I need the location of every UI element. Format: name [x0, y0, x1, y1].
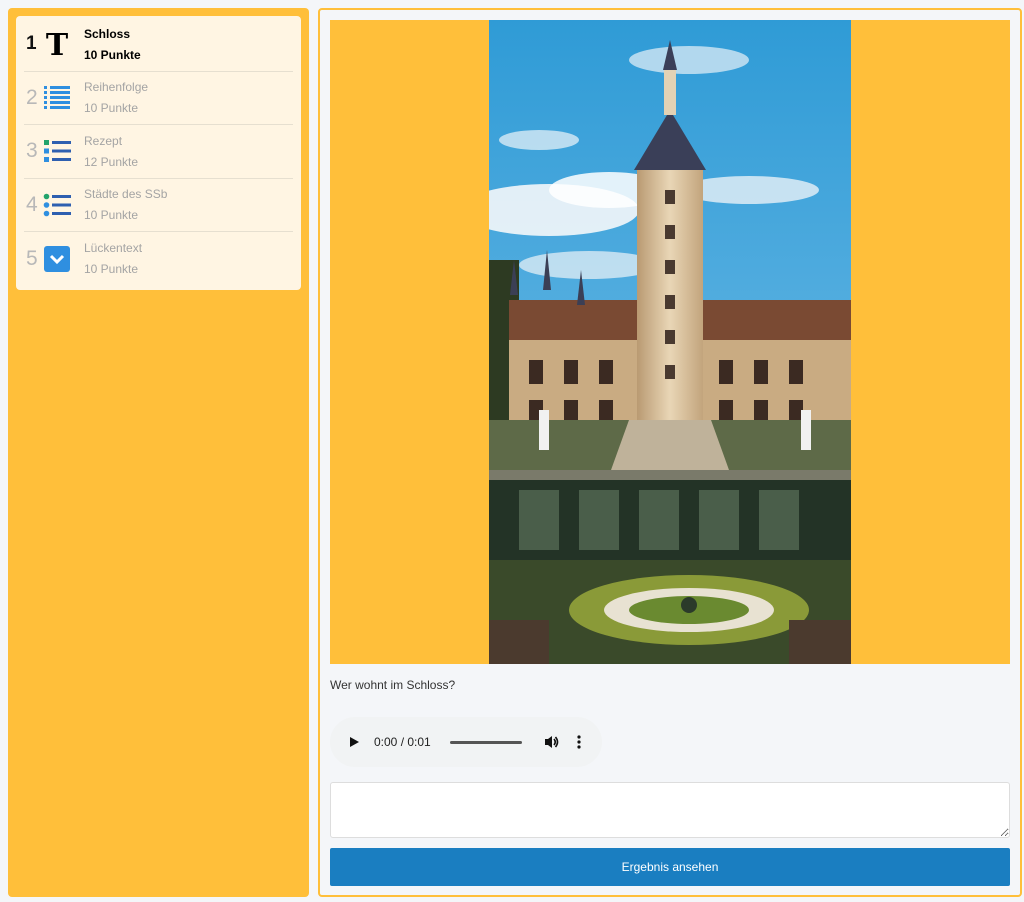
- dropdown-icon: [42, 244, 72, 274]
- task-points: 10 Punkte: [84, 101, 139, 116]
- task-points: 10 Punkte: [84, 208, 139, 223]
- play-icon[interactable]: [348, 735, 362, 749]
- task-item-5[interactable]: 5 Lückentext 10 Punkte: [24, 232, 293, 286]
- image-frame: [330, 20, 1010, 664]
- audio-progress-bar[interactable]: [450, 740, 522, 744]
- more-options-icon[interactable]: [576, 734, 582, 750]
- task-panel: Wer wohnt im Schloss? 0:00 / 0:01 Ergebn…: [318, 8, 1022, 897]
- audio-player[interactable]: 0:00 / 0:01: [330, 717, 602, 767]
- answer-input[interactable]: [330, 782, 1010, 838]
- task-title: Rezept: [84, 133, 123, 148]
- audio-time: 0:00 / 0:01: [374, 735, 431, 749]
- sidebar: 1 T Schloss 10 Punkte 2 Reihenfolge 10 P…: [8, 8, 309, 897]
- task-title: Schloss: [84, 26, 131, 41]
- task-number: 3: [26, 139, 38, 163]
- task-title: Reihenfolge: [84, 80, 149, 95]
- volume-icon[interactable]: [544, 734, 560, 750]
- task-item-2[interactable]: 2 Reihenfolge 10 Punkte: [24, 72, 293, 125]
- task-item-3[interactable]: 3 Rezept 12 Punkte: [24, 125, 293, 179]
- task-number: 4: [26, 192, 38, 216]
- task-number: 2: [26, 85, 38, 109]
- task-number: 5: [26, 246, 38, 270]
- ordered-list-icon: [42, 83, 72, 113]
- task-number: 1: [26, 33, 37, 55]
- task-list: 1 T Schloss 10 Punkte 2 Reihenfolge 10 P…: [16, 16, 301, 290]
- task-points: 10 Punkte: [84, 262, 139, 277]
- text-T-icon: T: [42, 29, 72, 59]
- task-points: 10 Punkte: [84, 47, 141, 62]
- task-item-1[interactable]: 1 T Schloss 10 Punkte: [24, 18, 293, 72]
- svg-text:T: T: [46, 29, 69, 59]
- bullet-list-icon: [42, 190, 72, 220]
- castle-photo: [489, 20, 851, 664]
- show-result-button[interactable]: Ergebnis ansehen: [330, 848, 1010, 886]
- task-title: Lückentext: [84, 241, 143, 256]
- question-text: Wer wohnt im Schloss?: [330, 678, 456, 692]
- task-item-4[interactable]: 4 Städte des SSb 10 Punkte: [24, 179, 293, 232]
- task-title: Städte des SSb: [84, 187, 168, 202]
- task-points: 12 Punkte: [84, 154, 139, 169]
- checklist-icon: [42, 136, 72, 166]
